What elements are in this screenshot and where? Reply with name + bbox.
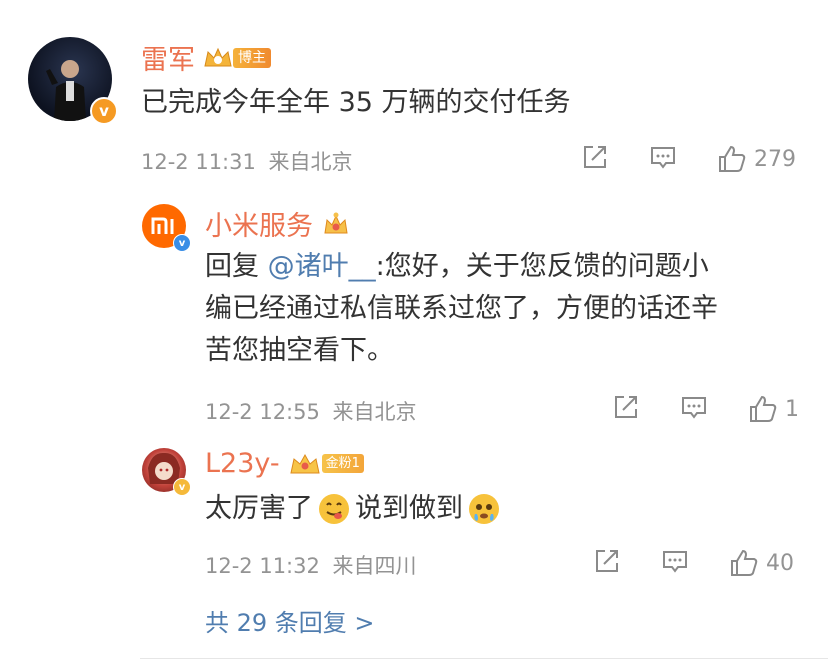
like-count: 279	[754, 146, 796, 172]
comment-actions: 279	[580, 142, 796, 176]
text-line-1: 回复 @诸叶__:您好，关于您反馈的问题小	[205, 246, 805, 288]
share-icon[interactable]	[611, 392, 641, 426]
timestamp: 12-2 12:55	[205, 400, 320, 424]
crying-emoji-icon	[469, 494, 499, 524]
thumbs-up-icon	[750, 395, 777, 422]
text-line-1-rest: :您好，关于您反馈的问题小	[375, 251, 709, 282]
comment-meta: 12-2 12:55 来自北京	[205, 396, 417, 426]
location: 来自四川	[332, 554, 417, 578]
more-replies-link[interactable]: 共 29 条回复 >	[205, 603, 375, 638]
comment-xiaomi-service: v 小米服务 回复 @诸叶__:您好，关于您反馈的问题小 编已经通过私信联系过您…	[0, 190, 828, 440]
crown-badge-icon	[324, 212, 348, 233]
username-text[interactable]: L23y-	[205, 448, 280, 479]
like-count: 40	[766, 550, 794, 576]
share-icon[interactable]	[592, 546, 622, 580]
gold-crown-icon	[290, 453, 320, 473]
fan-badge: 金粉1	[288, 451, 364, 477]
avatar-leijun[interactable]: v	[28, 37, 118, 125]
thumbs-up-icon	[719, 145, 746, 172]
comment-l23y: v L23y- 金粉1 太厉害了 说到做到 12-2 11:32 来自四川 40	[0, 440, 828, 590]
comment-text: 回复 @诸叶__:您好，关于您反馈的问题小 编已经通过私信联系过您了，方便的话还…	[205, 246, 805, 372]
comment-actions: 1	[611, 392, 799, 426]
username[interactable]: L23y- 金粉1	[205, 448, 364, 479]
username[interactable]: 小米服务	[205, 204, 351, 243]
text-part-2: 说到做到	[355, 493, 463, 524]
like-button[interactable]: 279	[716, 143, 796, 175]
comment-icon[interactable]	[660, 546, 690, 580]
location: 来自北京	[268, 150, 353, 174]
username-text[interactable]: 雷军	[141, 38, 195, 77]
comment-icon[interactable]	[679, 392, 709, 426]
comment-meta: 12-2 11:31 来自北京	[141, 146, 353, 176]
comment-meta: 12-2 11:32 来自四川	[205, 550, 417, 580]
verified-yellow-icon: v	[173, 478, 191, 496]
tongue-emoji-icon	[319, 494, 349, 524]
avatar-xiaomi-service[interactable]: v	[142, 204, 191, 252]
blogger-badge: 博主	[203, 46, 271, 70]
avatar-l23y[interactable]: v	[142, 448, 191, 496]
comment-text: 太厉害了 说到做到	[205, 488, 501, 530]
timestamp: 12-2 11:31	[141, 150, 256, 174]
like-button[interactable]: 40	[728, 547, 794, 579]
crown-icon	[204, 47, 232, 66]
fan-label: 金粉1	[321, 454, 364, 473]
username-text[interactable]: 小米服务	[205, 204, 313, 243]
comment-leijun: v 雷军 博主 已完成今年全年 35 万辆的交付任务 12-2 11:31 来自…	[0, 0, 828, 190]
comment-icon[interactable]	[648, 142, 678, 176]
comment-text: 已完成今年全年 35 万辆的交付任务	[141, 87, 571, 118]
reply-prefix: 回复	[205, 251, 259, 282]
comment-actions: 40	[592, 546, 794, 580]
mention-link[interactable]: @诸叶__	[268, 251, 376, 282]
like-button[interactable]: 1	[747, 393, 799, 425]
text-line-3: 苦您抽空看下。	[205, 335, 394, 366]
timestamp: 12-2 11:32	[205, 554, 320, 578]
username[interactable]: 雷军 博主	[141, 38, 271, 77]
share-icon[interactable]	[580, 142, 610, 176]
text-part-1: 太厉害了	[205, 493, 313, 524]
text-line-2: 编已经通过私信联系过您了，方便的话还辛	[205, 293, 718, 324]
mi-logo-icon	[151, 217, 174, 234]
divider	[140, 658, 828, 659]
location: 来自北京	[332, 400, 417, 424]
thumbs-up-icon	[731, 549, 758, 576]
verified-blue-icon: v	[173, 234, 191, 252]
like-count: 1	[785, 396, 799, 422]
blogger-label: 博主	[233, 47, 271, 68]
verified-orange-icon: v	[90, 97, 118, 125]
